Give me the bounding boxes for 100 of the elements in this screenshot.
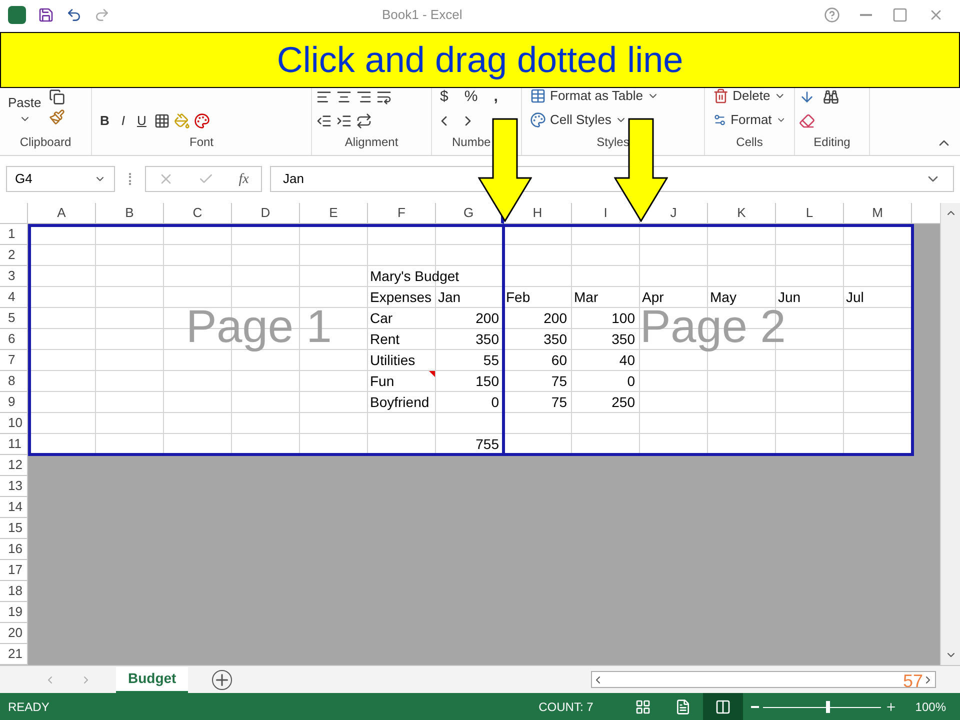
percent-button[interactable]: %	[460, 86, 482, 108]
table-cell-text: Utilities	[370, 351, 416, 370]
table-cell-text: Jun	[778, 288, 801, 307]
table-cell-text: 200	[544, 309, 567, 328]
table-cell-text: Fun	[370, 372, 394, 391]
orientation-icon[interactable]	[356, 113, 372, 129]
indent-increase-icon[interactable]	[336, 113, 352, 129]
table-cell-text: 60	[551, 351, 567, 370]
align-right-icon[interactable]	[356, 89, 372, 105]
zoom-in-icon[interactable]	[885, 700, 898, 712]
column-header[interactable]: G	[463, 203, 474, 223]
trash-icon	[713, 88, 729, 104]
window-title: Book1 - Excel	[382, 6, 462, 24]
app-logo-icon	[8, 6, 26, 24]
paintbrush-icon[interactable]	[49, 109, 66, 125]
table-cell-text: 75	[551, 372, 567, 391]
palette-icon[interactable]	[194, 113, 210, 129]
table-cell-text: Expenses	[370, 288, 432, 307]
row-header[interactable]: 4	[8, 289, 16, 304]
format-as-table-button[interactable]: Format as Table	[526, 85, 700, 107]
name-box[interactable]: G4	[6, 166, 115, 192]
column-header[interactable]: B	[125, 203, 134, 223]
table-cell-text: May	[710, 288, 736, 307]
column-header[interactable]: L	[806, 203, 814, 223]
help-icon[interactable]	[824, 7, 840, 23]
new-sheet-icon[interactable]	[212, 670, 232, 690]
wrap-text-icon[interactable]	[376, 89, 392, 105]
instruction-banner: Click and drag dotted line	[0, 32, 960, 88]
horizontal-scrollbar[interactable]	[591, 671, 936, 688]
zoom-slider[interactable]	[763, 700, 882, 712]
column-header[interactable]: H	[532, 203, 542, 223]
table-cell-text: 350	[612, 330, 635, 349]
table-cell-text: Car	[370, 309, 393, 328]
row-header[interactable]: 1	[8, 226, 16, 241]
table-cell-text: 0	[491, 393, 499, 412]
table-cell-text: 75	[551, 393, 567, 412]
fill-color-icon[interactable]	[174, 113, 190, 129]
column-header[interactable]: E	[329, 203, 338, 223]
column-header[interactable]: C	[192, 203, 202, 223]
page-watermark: Page 1	[186, 299, 332, 353]
page-icon	[675, 698, 692, 714]
copy-icon[interactable]	[49, 89, 66, 105]
formula-field[interactable]: Jan	[270, 166, 954, 192]
indent-decrease-icon[interactable]	[316, 113, 332, 129]
save-icon[interactable]	[38, 7, 54, 23]
column-header[interactable]: F	[398, 203, 406, 223]
fill-down-icon[interactable]	[799, 89, 815, 105]
column-header[interactable]: A	[57, 203, 66, 223]
zoom-level: 100%	[915, 698, 946, 716]
format-button[interactable]: Format	[709, 109, 790, 131]
currency-button[interactable]: $	[436, 86, 452, 108]
table-cell-text: 55	[483, 351, 499, 370]
palette-icon	[530, 112, 546, 128]
cell-styles-button[interactable]: Cell Styles	[526, 109, 700, 131]
row-header[interactable]: 9	[8, 394, 16, 409]
row-header[interactable]: 2	[8, 247, 16, 262]
table-cell-text: 200	[476, 309, 499, 328]
view-button[interactable]	[703, 693, 744, 720]
bold-button[interactable]: B	[96, 110, 114, 132]
underline-button[interactable]: U	[133, 110, 150, 132]
delete-button[interactable]: Delete	[709, 85, 790, 107]
borders-icon[interactable]	[154, 113, 170, 129]
table-cell-text: Boyfriend	[370, 393, 430, 412]
row-header[interactable]: 8	[8, 373, 16, 388]
column-header[interactable]: M	[872, 203, 883, 223]
table-cell-text: 100	[612, 309, 635, 328]
table-cell-text: 40	[619, 351, 635, 370]
row-header[interactable]: 7	[8, 352, 16, 367]
sliders-icon	[713, 112, 727, 128]
paste-button[interactable]: Paste	[4, 85, 46, 125]
column-header[interactable]: J	[670, 203, 677, 223]
table-cell-text: 350	[544, 330, 567, 349]
table-cell-text: 150	[476, 372, 499, 391]
insert-function-button[interactable]: fx	[238, 168, 249, 190]
table-cell-text: Jan	[438, 288, 461, 307]
align-center-icon[interactable]	[336, 89, 352, 105]
comma-button[interactable]: ,	[490, 86, 502, 108]
column-header[interactable]: K	[737, 203, 746, 223]
table-cell-text: 250	[612, 393, 635, 412]
column-header[interactable]: I	[604, 203, 608, 223]
align-left-icon[interactable]	[316, 89, 332, 105]
table-cell-text: Rent	[370, 330, 400, 349]
sheet-tab[interactable]: Budget	[116, 666, 188, 692]
columns-icon	[715, 698, 732, 714]
vertical-scrollbar[interactable]	[940, 203, 960, 665]
undo-icon[interactable]	[66, 7, 82, 23]
row-header[interactable]: 6	[8, 331, 16, 346]
table-cell-text: Mary's Budget	[370, 267, 460, 286]
column-header[interactable]: D	[260, 203, 270, 223]
table-cell-text: 0	[627, 372, 635, 391]
grid-icon	[635, 698, 652, 714]
count-summary: COUNT: 7	[538, 698, 594, 716]
row-header[interactable]: 5	[8, 310, 16, 325]
table-cell-text: Feb	[506, 288, 530, 307]
binoculars-icon[interactable]	[823, 89, 839, 105]
maximize-icon[interactable]	[892, 7, 908, 23]
status-text: READY	[8, 698, 50, 716]
italic-button[interactable]: I	[117, 110, 130, 132]
row-header[interactable]: 3	[8, 268, 16, 283]
eraser-icon[interactable]	[799, 113, 815, 129]
